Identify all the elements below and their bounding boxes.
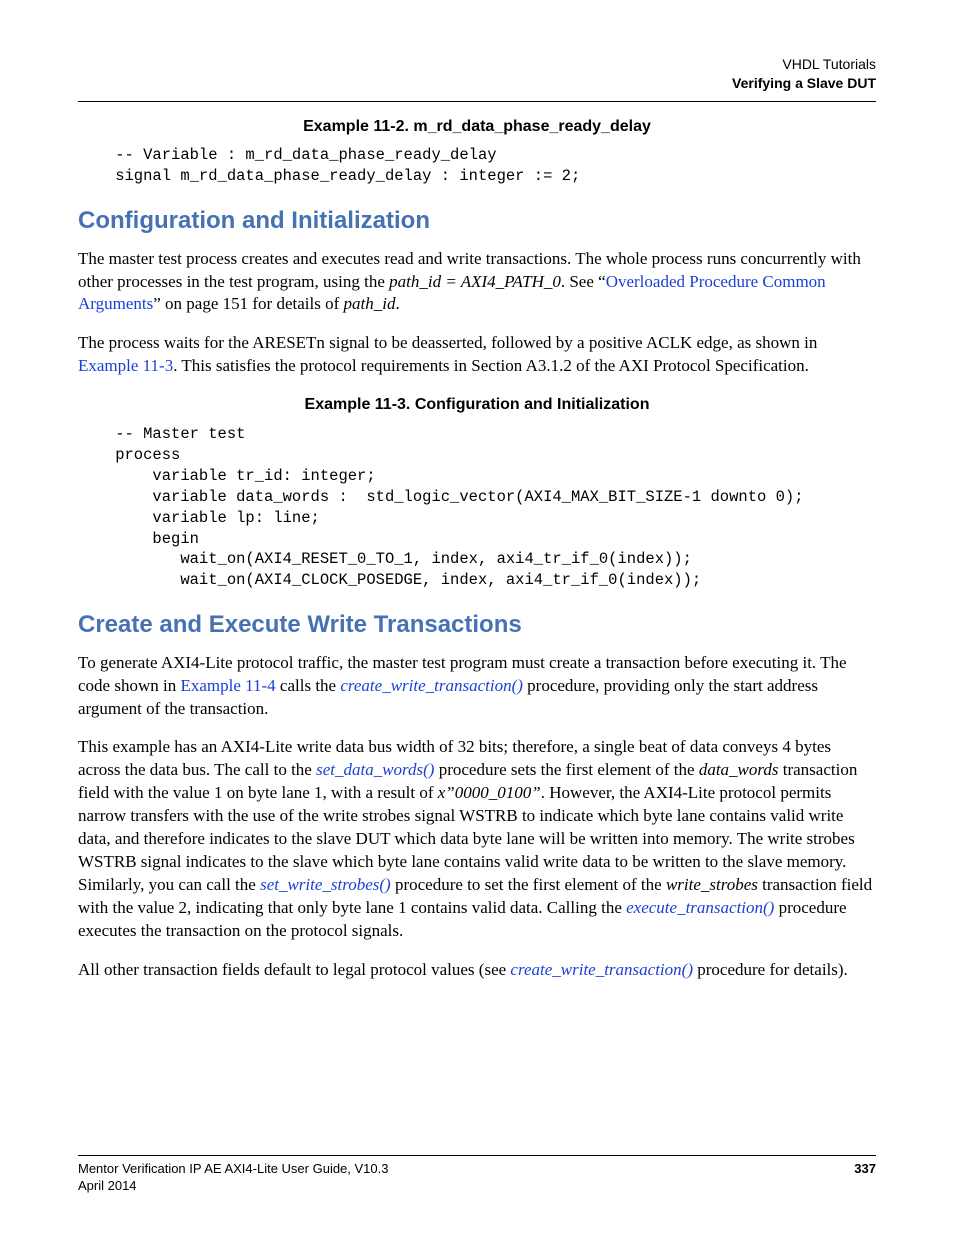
header-rule [78,101,876,102]
config-para-1: The master test process creates and exec… [78,248,876,317]
create-para-3: All other transaction fields default to … [78,959,876,982]
link-set-write-strobes[interactable]: set_write_strobes() [260,875,391,894]
footer-date: April 2014 [78,1177,876,1195]
config-para-2: The process waits for the ARESETn signal… [78,332,876,378]
link-create-write-transaction-1[interactable]: create_write_transaction() [340,676,523,695]
page: VHDL Tutorials Verifying a Slave DUT Exa… [0,0,954,1235]
footer-rule [78,1155,876,1156]
header-chapter: VHDL Tutorials [78,55,876,74]
footer-page-number: 337 [854,1160,876,1178]
create-para-1: To generate AXI4-Lite protocol traffic, … [78,652,876,721]
link-set-data-words[interactable]: set_data_words() [316,760,434,779]
page-footer: Mentor Verification IP AE AXI4-Lite User… [78,1155,876,1195]
section-create-exec-heading: Create and Execute Write Transactions [78,609,876,641]
link-execute-transaction[interactable]: execute_transaction() [626,898,774,917]
header-section: Verifying a Slave DUT [78,74,876,93]
example-11-2-caption: Example 11-2. m_rd_data_phase_ready_dela… [78,116,876,138]
create-para-2: This example has an AXI4-Lite write data… [78,736,876,942]
section-config-init-heading: Configuration and Initialization [78,205,876,237]
footer-title: Mentor Verification IP AE AXI4-Lite User… [78,1160,388,1178]
example-11-3-caption: Example 11-3. Configuration and Initiali… [78,394,876,416]
link-create-write-transaction-2[interactable]: create_write_transaction() [510,960,693,979]
link-example-11-4[interactable]: Example 11-4 [180,676,275,695]
example-11-2-code: -- Variable : m_rd_data_phase_ready_dela… [78,145,876,187]
example-11-3-code: -- Master test process variable tr_id: i… [78,424,876,591]
link-example-11-3[interactable]: Example 11-3 [78,356,173,375]
page-header: VHDL Tutorials Verifying a Slave DUT [78,55,876,93]
